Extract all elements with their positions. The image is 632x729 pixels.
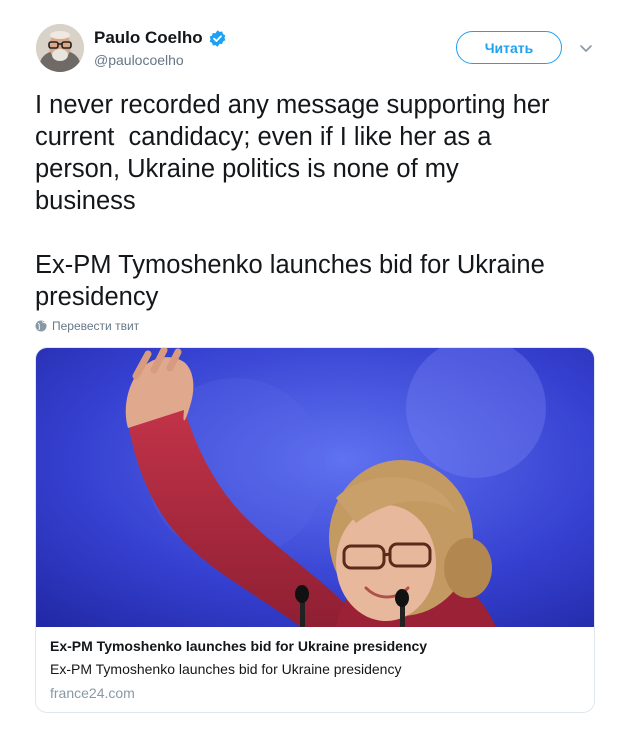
link-card[interactable]: Ex-PM Tymoshenko launches bid for Ukrain…: [35, 347, 595, 713]
verified-badge-icon: [208, 29, 227, 48]
card-description: Ex-PM Tymoshenko launches bid for Ukrain…: [50, 661, 402, 677]
translate-tweet-link[interactable]: Перевести твит: [35, 319, 139, 333]
card-title: Ex-PM Tymoshenko launches bid for Ukrain…: [50, 638, 428, 654]
card-image: [36, 348, 594, 627]
user-handle[interactable]: @paulocoelho: [94, 52, 184, 68]
translate-tweet-label: Перевести твит: [52, 319, 140, 333]
follow-button[interactable]: Читать: [456, 31, 562, 64]
globe-icon: [35, 320, 47, 332]
avatar[interactable]: [36, 24, 84, 72]
tweet: Paulo Coelho @paulocoelho Читать I never…: [0, 0, 632, 729]
user-name[interactable]: Paulo Coelho: [94, 28, 203, 48]
tweet-text: I never recorded any message supporting …: [35, 91, 550, 311]
card-domain: france24.com: [50, 685, 135, 701]
chevron-down-icon[interactable]: [578, 40, 594, 56]
user-name-row[interactable]: Paulo Coelho: [94, 27, 227, 49]
